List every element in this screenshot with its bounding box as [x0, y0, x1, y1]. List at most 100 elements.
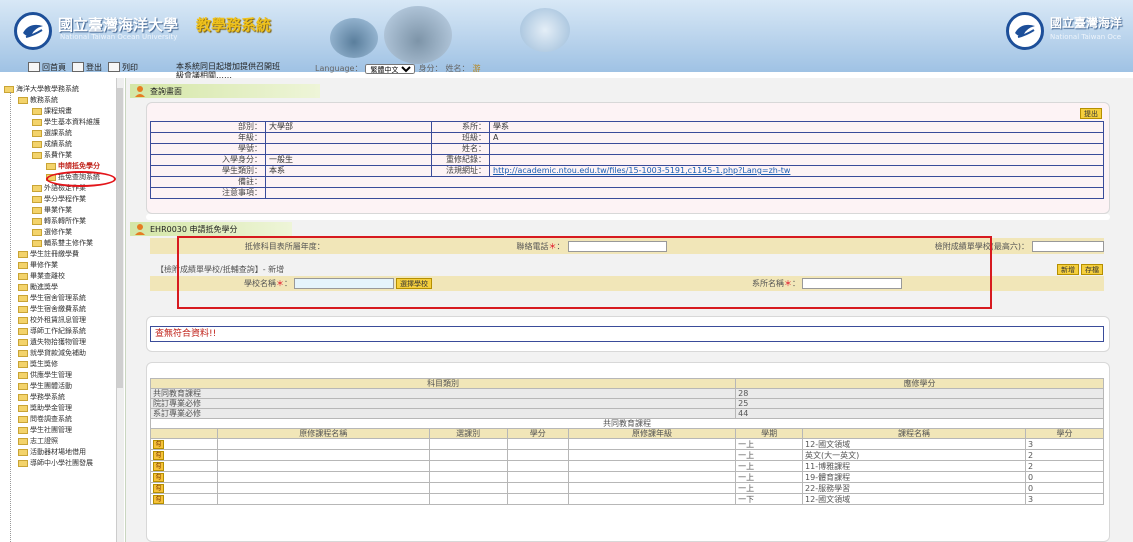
sidebar-item-14[interactable]: 學生註冊繳學費: [18, 249, 79, 259]
select-course-button[interactable]: 勾: [153, 495, 164, 504]
course-name: 19-體育課程: [802, 471, 1026, 483]
empty-cell: [216, 482, 430, 494]
sidebar-item-12[interactable]: 選修作業: [32, 227, 72, 237]
course-credit: 0: [1024, 471, 1105, 483]
home-button[interactable]: 回首頁: [28, 62, 66, 73]
empty-cell: [506, 460, 569, 472]
sidebar-item-5[interactable]: 系費作業: [32, 150, 72, 160]
course-semester: 一上: [735, 449, 804, 461]
empty-cell: [216, 449, 430, 461]
empty-cell: [567, 482, 737, 494]
sidebar-item-30[interactable]: 學生社團管理: [18, 425, 72, 435]
folder-icon: [18, 338, 28, 346]
select-course-button[interactable]: 勾: [153, 462, 164, 471]
empty-cell: [506, 449, 569, 461]
folder-icon: [18, 294, 28, 302]
folder-icon: [18, 382, 28, 390]
select-course-button[interactable]: 勾: [153, 451, 164, 460]
course-group-row: 共同教育課程: [150, 418, 1104, 429]
folder-icon: [18, 448, 28, 456]
sidebar-item-33[interactable]: 導師中小學社團發展: [18, 458, 93, 468]
sidebar-item-27[interactable]: 學務學系統: [18, 392, 65, 402]
language-select[interactable]: 繁體中文: [365, 63, 416, 74]
tree-label: 獎生獎修: [30, 360, 58, 368]
sidebar-item-32[interactable]: 活動器材場地借用: [18, 447, 86, 457]
sidebar-item-15[interactable]: 畢修作業: [18, 260, 58, 270]
sidebar-item-2[interactable]: 學生基本資料維護: [32, 117, 100, 127]
sidebar-item-3[interactable]: 選課系統: [32, 128, 72, 138]
folder-icon: [32, 118, 42, 126]
course-name: 22-服務學習: [802, 482, 1026, 494]
sidebar-item-25[interactable]: 供應學生管理: [18, 370, 72, 380]
sidebar-item-24[interactable]: 獎生獎修: [18, 359, 58, 369]
home-label: 回首頁: [42, 62, 66, 72]
query-value: 本系: [265, 165, 432, 177]
regulation-link[interactable]: http://academic.ntou.edu.tw/files/15-100…: [489, 165, 1104, 177]
sidebar-root[interactable]: 海洋大學教學務系統: [4, 84, 79, 94]
empty-cell: [428, 460, 508, 472]
query-row: 學號： 姓名：: [150, 143, 1104, 155]
tree-label: 輔系雙主修作業: [44, 239, 93, 247]
tree-label: 學生宿舍管理系統: [30, 294, 86, 302]
course-col-header: 原修課年級: [567, 428, 737, 439]
course-row: 勾 一下 12-國文領域 3: [150, 493, 1105, 505]
sidebar-item-10[interactable]: 畢業作業: [32, 205, 72, 215]
sidebar-item-0[interactable]: 教務系統: [18, 95, 58, 105]
sidebar-item-17[interactable]: 勵進獎學: [18, 282, 58, 292]
form-section-title: EHR0030 申請抵免學分: [130, 222, 292, 236]
annotation-ellipse: [46, 171, 116, 187]
course-col-header: 選課別: [428, 428, 508, 439]
empty-cell: [216, 493, 430, 505]
tree-label: 志工證照: [30, 437, 58, 445]
folder-icon: [32, 239, 42, 247]
sidebar-item-22[interactable]: 遺失物拾獲物管理: [18, 337, 86, 347]
course-row: 勾 一上 12-國文領域 3: [150, 438, 1105, 450]
sidebar-item-20[interactable]: 校外租賃訊息管理: [18, 315, 86, 325]
sidebar-item-13[interactable]: 輔系雙主修作業: [32, 238, 93, 248]
select-course-button[interactable]: 勾: [153, 440, 164, 449]
save-button[interactable]: 存檔: [1081, 264, 1103, 275]
sidebar-item-21[interactable]: 導師工作紀錄系統: [18, 326, 86, 336]
submit-button[interactable]: 提出: [1080, 108, 1102, 119]
sidebar-item-16[interactable]: 畢業查離校: [18, 271, 65, 281]
sidebar-item-1[interactable]: 課程規畫: [32, 106, 72, 116]
empty-cell: [428, 449, 508, 461]
school-name-right: 國立臺灣海洋: [1050, 16, 1123, 30]
sidebar-scroll-thumb[interactable]: [117, 88, 123, 388]
sidebar-item-apply-credit[interactable]: 申請抵免學分: [46, 161, 100, 171]
sidebar-item-26[interactable]: 學生團體活動: [18, 381, 72, 391]
logout-button[interactable]: 登出: [72, 62, 102, 73]
course-row: 勾 一上 英文(大一英文) 2: [150, 449, 1105, 461]
credit-row: 院訂專業必修 25: [149, 398, 1104, 409]
tree-label: 畢修作業: [30, 261, 58, 269]
tree-label: 校外租賃訊息管理: [30, 316, 86, 324]
sidebar-item-31[interactable]: 志工證照: [18, 436, 58, 446]
max-input[interactable]: [1032, 240, 1104, 252]
sidebar-item-9[interactable]: 學分學程作業: [32, 194, 86, 204]
tree-label: 供應學生管理: [30, 371, 72, 379]
select-course-button[interactable]: 勾: [153, 484, 164, 493]
select-course-button[interactable]: 勾: [153, 473, 164, 482]
query-section-title: 查詢畫面: [130, 84, 320, 98]
query-title: 查詢畫面: [150, 86, 182, 96]
sidebar-item-19[interactable]: 學生宿舍繳費系統: [18, 304, 86, 314]
sidebar-item-18[interactable]: 學生宿舍管理系統: [18, 293, 86, 303]
sidebar-item-29[interactable]: 問卷調查系統: [18, 414, 72, 424]
form-title: EHR0030 申請抵免學分: [150, 224, 238, 234]
folder-icon: [32, 129, 42, 137]
tree-label: 轉系轉所作業: [44, 217, 86, 225]
empty-cell: [216, 460, 430, 472]
sidebar-item-4[interactable]: 成績系統: [32, 139, 72, 149]
add-button[interactable]: 新增: [1057, 264, 1079, 275]
sidebar-item-11[interactable]: 轉系轉所作業: [32, 216, 86, 226]
tree-label: 問卷調查系統: [30, 415, 72, 423]
tree-label: 選修作業: [44, 228, 72, 236]
query-label: 年級：: [150, 132, 266, 144]
top-toolbar: 回首頁 登出 列印: [28, 60, 138, 74]
sidebar-item-28[interactable]: 獎助學金管理: [18, 403, 72, 413]
folder-icon: [18, 250, 28, 258]
credit-header-row: 科目類別 應修學分: [149, 378, 1104, 389]
print-button[interactable]: 列印: [108, 62, 138, 73]
sidebar-item-23[interactable]: 就學貸款減免補助: [18, 348, 86, 358]
query-value: 學系: [489, 121, 1104, 133]
